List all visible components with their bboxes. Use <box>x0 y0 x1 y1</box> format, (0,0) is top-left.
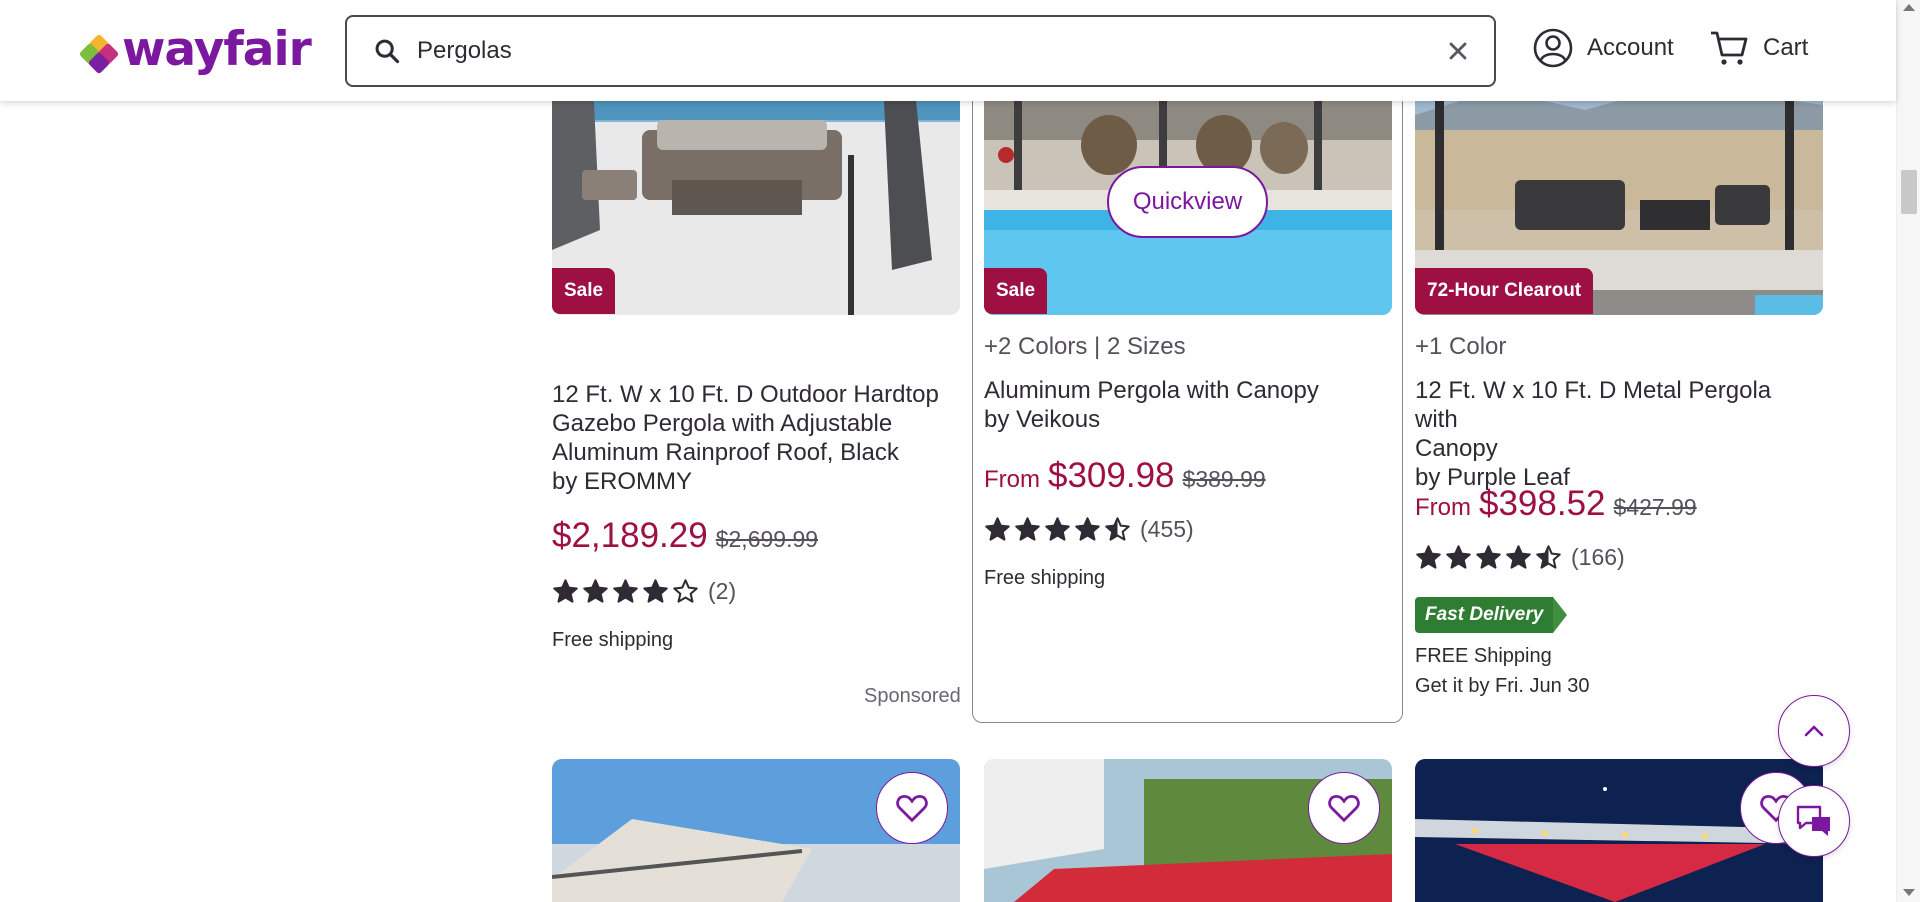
star-full-icon <box>643 579 668 603</box>
clear-search-icon[interactable] <box>1444 37 1472 65</box>
quickview-button[interactable]: Quickview <box>1107 166 1268 238</box>
star-full-icon <box>985 517 1010 541</box>
sponsored-label: Sponsored <box>864 685 961 707</box>
title-line: Gazebo Pergola with Adjustable <box>552 410 893 437</box>
cart-icon <box>1711 31 1748 65</box>
star-half-icon <box>1536 545 1561 569</box>
star-empty-icon <box>673 579 698 603</box>
sale-badge: Sale <box>552 268 616 314</box>
star-rating[interactable]: (2) <box>552 578 736 605</box>
wayfair-logo[interactable]: wayfair <box>78 22 312 77</box>
shipping-info: Free shipping <box>984 567 1106 589</box>
title-line: 12 Ft. W x 10 Ft. D Outdoor Hardtop <box>552 381 939 408</box>
cart-label: Cart <box>1763 34 1809 61</box>
star-full-icon <box>583 579 608 603</box>
shipping-info: Free shipping <box>552 629 674 651</box>
logo-text: wayfair <box>122 22 312 77</box>
review-count: (455) <box>1140 516 1194 542</box>
title-line: 12 Ft. W x 10 Ft. D Metal Pergola with <box>1415 377 1772 433</box>
clearout-badge: 72-Hour Clearout <box>1415 268 1594 314</box>
chat-button[interactable] <box>1778 785 1850 857</box>
shipping-info: FREE Shipping <box>1415 645 1552 667</box>
star-full-icon <box>1075 517 1100 541</box>
star-rating[interactable]: (166) <box>1415 544 1625 571</box>
title-line: Aluminum Rainproof Roof, Black <box>552 439 899 466</box>
search-input[interactable] <box>417 37 1417 65</box>
star-full-icon <box>613 579 638 603</box>
price-row: From $309.98 $389.99 <box>984 456 1266 496</box>
original-price: $427.99 <box>1613 494 1697 520</box>
account-label: Account <box>1587 34 1674 61</box>
review-count: (166) <box>1571 544 1625 570</box>
star-full-icon <box>1045 517 1070 541</box>
chevron-up-icon <box>1804 725 1824 737</box>
title-line: Aluminum Pergola with Canopy <box>984 377 1319 404</box>
title-line: Canopy <box>1415 435 1498 462</box>
star-full-icon <box>1416 545 1441 569</box>
back-to-top-button[interactable] <box>1778 695 1850 767</box>
original-price: $2,699.99 <box>715 526 819 552</box>
chat-icon <box>1796 805 1830 836</box>
star-full-icon <box>1446 545 1471 569</box>
scroll-thumb[interactable] <box>1901 170 1917 214</box>
fast-delivery-badge: Fast Delivery <box>1415 597 1568 633</box>
account-icon <box>1533 28 1573 68</box>
original-price: $389.99 <box>1182 466 1266 492</box>
account-button[interactable]: Account <box>1533 28 1674 68</box>
product-title[interactable]: 12 Ft. W x 10 Ft. D Metal Pergola with C… <box>1415 376 1815 492</box>
product-brand: by EROMMY <box>552 468 693 495</box>
sale-price: $309.98 <box>1048 456 1175 495</box>
star-full-icon <box>1476 545 1501 569</box>
from-label: From <box>1415 494 1471 521</box>
page-scrollbar[interactable] <box>1896 0 1920 902</box>
heart-icon <box>1328 795 1360 823</box>
product-title[interactable]: 12 Ft. W x 10 Ft. D Outdoor Hardtop Gaze… <box>552 380 952 496</box>
review-count: (2) <box>708 578 737 604</box>
favorite-button[interactable] <box>1308 772 1380 844</box>
fast-delivery-arrow <box>1553 597 1568 633</box>
product-title[interactable]: Aluminum Pergola with Canopy by Veikous <box>984 376 1384 434</box>
search-bar[interactable] <box>345 15 1496 87</box>
star-full-icon <box>1015 517 1040 541</box>
search-icon <box>375 39 400 64</box>
delivery-date: Get it by Fri. Jun 30 <box>1415 675 1590 697</box>
product-options: +2 Colors | 2 Sizes <box>984 333 1186 360</box>
product-options: +1 Color <box>1415 333 1507 360</box>
cart-button[interactable]: Cart <box>1709 28 1808 68</box>
heart-icon <box>896 795 928 823</box>
from-label: From <box>984 466 1040 493</box>
star-half-icon <box>1105 517 1130 541</box>
logo-mark-icon <box>78 33 120 74</box>
sale-badge: Sale <box>984 268 1048 314</box>
star-full-icon <box>553 579 578 603</box>
fast-delivery-label: Fast Delivery <box>1415 597 1554 633</box>
sale-price: $2,189.29 <box>552 516 708 555</box>
sale-price: $398.52 <box>1479 484 1606 523</box>
price-row: From $398.52 $427.99 <box>1415 484 1697 524</box>
star-rating[interactable]: (455) <box>984 516 1194 543</box>
product-brand: by Veikous <box>984 406 1101 433</box>
scroll-down-arrow-icon[interactable] <box>1903 889 1915 896</box>
site-header: wayfair Account Cart <box>0 0 1896 101</box>
favorite-button[interactable] <box>876 772 948 844</box>
star-full-icon <box>1506 545 1531 569</box>
scroll-up-arrow-icon[interactable] <box>1903 4 1915 11</box>
price-row: $2,189.29 $2,699.99 <box>552 516 818 556</box>
